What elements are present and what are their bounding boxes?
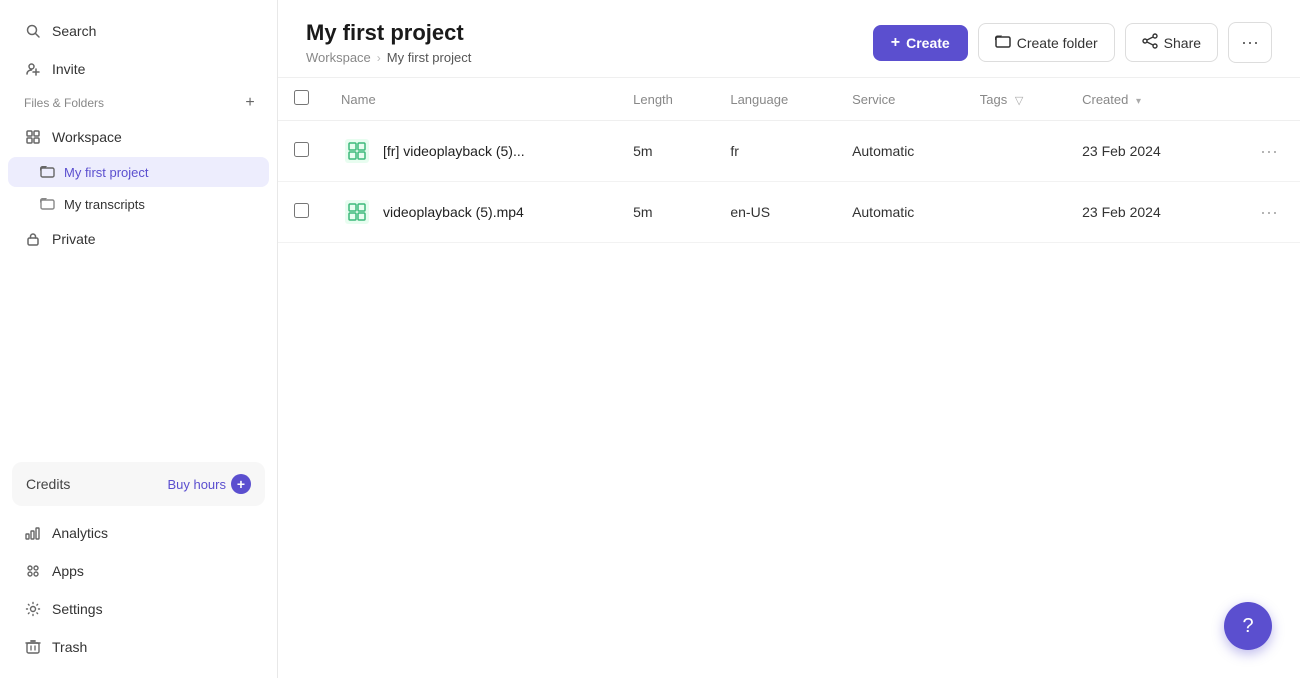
add-files-button[interactable]: +: [239, 92, 261, 114]
row-created-1: 23 Feb 2024: [1066, 182, 1216, 243]
chat-icon: ?: [1242, 615, 1253, 638]
trash-icon: [24, 638, 42, 656]
gear-icon: [24, 600, 42, 618]
create-label: Create: [906, 35, 950, 51]
file-table-container: Name Length Language Service Tags ▽: [278, 78, 1300, 678]
my-transcripts-label: My transcripts: [64, 197, 145, 212]
lock-icon: [24, 230, 42, 248]
share-button[interactable]: Share: [1125, 23, 1218, 62]
create-folder-label: Create folder: [1017, 35, 1098, 51]
breadcrumb-workspace[interactable]: Workspace: [306, 50, 371, 65]
col-checkbox: [278, 78, 325, 121]
row-checkbox-cell: [278, 182, 325, 243]
file-table: Name Length Language Service Tags ▽: [278, 78, 1300, 243]
analytics-label: Analytics: [52, 525, 108, 541]
sidebar: Search Invite Files & Folders + Workspac…: [0, 0, 278, 678]
filter-icon: ▽: [1015, 95, 1023, 107]
main-content: My first project Workspace › My first pr…: [278, 0, 1300, 678]
col-created[interactable]: Created ▾: [1066, 78, 1216, 121]
row-actions-0: ···: [1216, 121, 1300, 182]
sidebar-item-trash[interactable]: Trash: [8, 629, 269, 665]
select-all-checkbox[interactable]: [294, 90, 309, 105]
sidebar-search-label: Search: [52, 23, 96, 39]
row-name-0: [fr] videoplayback (5)...: [325, 121, 617, 182]
files-folders-label: Files & Folders: [24, 96, 104, 110]
row-checkbox-1[interactable]: [294, 203, 309, 218]
row-created-0: 23 Feb 2024: [1066, 121, 1216, 182]
file-icon-1: [341, 196, 373, 228]
col-length[interactable]: Length: [617, 78, 714, 121]
folder-icon-btn: [995, 33, 1011, 52]
sidebar-item-search[interactable]: Search: [8, 13, 269, 49]
share-label: Share: [1164, 35, 1201, 51]
row-checkbox-cell: [278, 121, 325, 182]
page-header: My first project Workspace › My first pr…: [278, 0, 1300, 78]
trash-label: Trash: [52, 639, 87, 655]
row-more-button-0[interactable]: ···: [1254, 139, 1284, 164]
apps-label: Apps: [52, 563, 84, 579]
my-first-project-label: My first project: [64, 165, 149, 180]
file-icon-0: [341, 135, 373, 167]
apps-icon: [24, 562, 42, 580]
sidebar-item-analytics[interactable]: Analytics: [8, 515, 269, 551]
credits-label: Credits: [26, 476, 70, 492]
buy-hours-button[interactable]: Buy hours +: [167, 474, 251, 494]
share-icon: [1142, 33, 1158, 52]
col-language[interactable]: Language: [714, 78, 836, 121]
workspace-icon: [24, 128, 42, 146]
row-service-0: Automatic: [836, 121, 964, 182]
workspace-label: Workspace: [52, 129, 122, 145]
folder-icon: [40, 164, 56, 180]
sidebar-item-my-transcripts[interactable]: My transcripts: [8, 189, 269, 219]
row-name-1: videoplayback (5).mp4: [325, 182, 617, 243]
row-length-0: 5m: [617, 121, 714, 182]
col-actions: [1216, 78, 1300, 121]
row-actions-1: ···: [1216, 182, 1300, 243]
sort-icon: ▾: [1136, 96, 1141, 107]
analytics-icon: [24, 524, 42, 542]
chat-fab-button[interactable]: ?: [1224, 602, 1272, 650]
breadcrumb: Workspace › My first project: [306, 50, 471, 65]
buy-hours-plus-icon: +: [231, 474, 251, 494]
search-icon: [24, 22, 42, 40]
buy-hours-label: Buy hours: [167, 477, 226, 492]
sidebar-item-settings[interactable]: Settings: [8, 591, 269, 627]
row-service-1: Automatic: [836, 182, 964, 243]
private-label: Private: [52, 231, 96, 247]
more-icon: ···: [1241, 32, 1259, 53]
sidebar-invite-label: Invite: [52, 61, 85, 77]
row-tags-0: [964, 121, 1066, 182]
header-left: My first project Workspace › My first pr…: [306, 20, 471, 65]
breadcrumb-current: My first project: [387, 50, 472, 65]
sidebar-item-workspace[interactable]: Workspace: [8, 119, 269, 155]
create-button[interactable]: + Create: [873, 25, 968, 61]
create-plus-icon: +: [891, 34, 900, 52]
page-title: My first project: [306, 20, 471, 46]
row-checkbox-0[interactable]: [294, 142, 309, 157]
row-tags-1: [964, 182, 1066, 243]
folder-transcripts-icon: [40, 196, 56, 212]
files-folders-header: Files & Folders +: [0, 88, 277, 118]
row-more-button-1[interactable]: ···: [1254, 200, 1284, 225]
sidebar-item-private[interactable]: Private: [8, 221, 269, 257]
sidebar-item-my-first-project[interactable]: My first project: [8, 157, 269, 187]
col-name[interactable]: Name: [325, 78, 617, 121]
breadcrumb-separator: ›: [377, 51, 381, 65]
sidebar-item-apps[interactable]: Apps: [8, 553, 269, 589]
table-row[interactable]: [fr] videoplayback (5)... 5m fr Automati…: [278, 121, 1300, 182]
col-tags[interactable]: Tags ▽: [964, 78, 1066, 121]
settings-label: Settings: [52, 601, 103, 617]
create-folder-button[interactable]: Create folder: [978, 23, 1115, 62]
table-row[interactable]: videoplayback (5).mp4 5m en-US Automatic…: [278, 182, 1300, 243]
credits-box: Credits Buy hours +: [12, 462, 265, 506]
invite-icon: [24, 60, 42, 78]
row-length-1: 5m: [617, 182, 714, 243]
row-language-0: fr: [714, 121, 836, 182]
row-language-1: en-US: [714, 182, 836, 243]
sidebar-item-invite[interactable]: Invite: [8, 51, 269, 87]
header-actions: + Create Create folder: [873, 22, 1272, 63]
more-options-button[interactable]: ···: [1228, 22, 1272, 63]
col-service[interactable]: Service: [836, 78, 964, 121]
